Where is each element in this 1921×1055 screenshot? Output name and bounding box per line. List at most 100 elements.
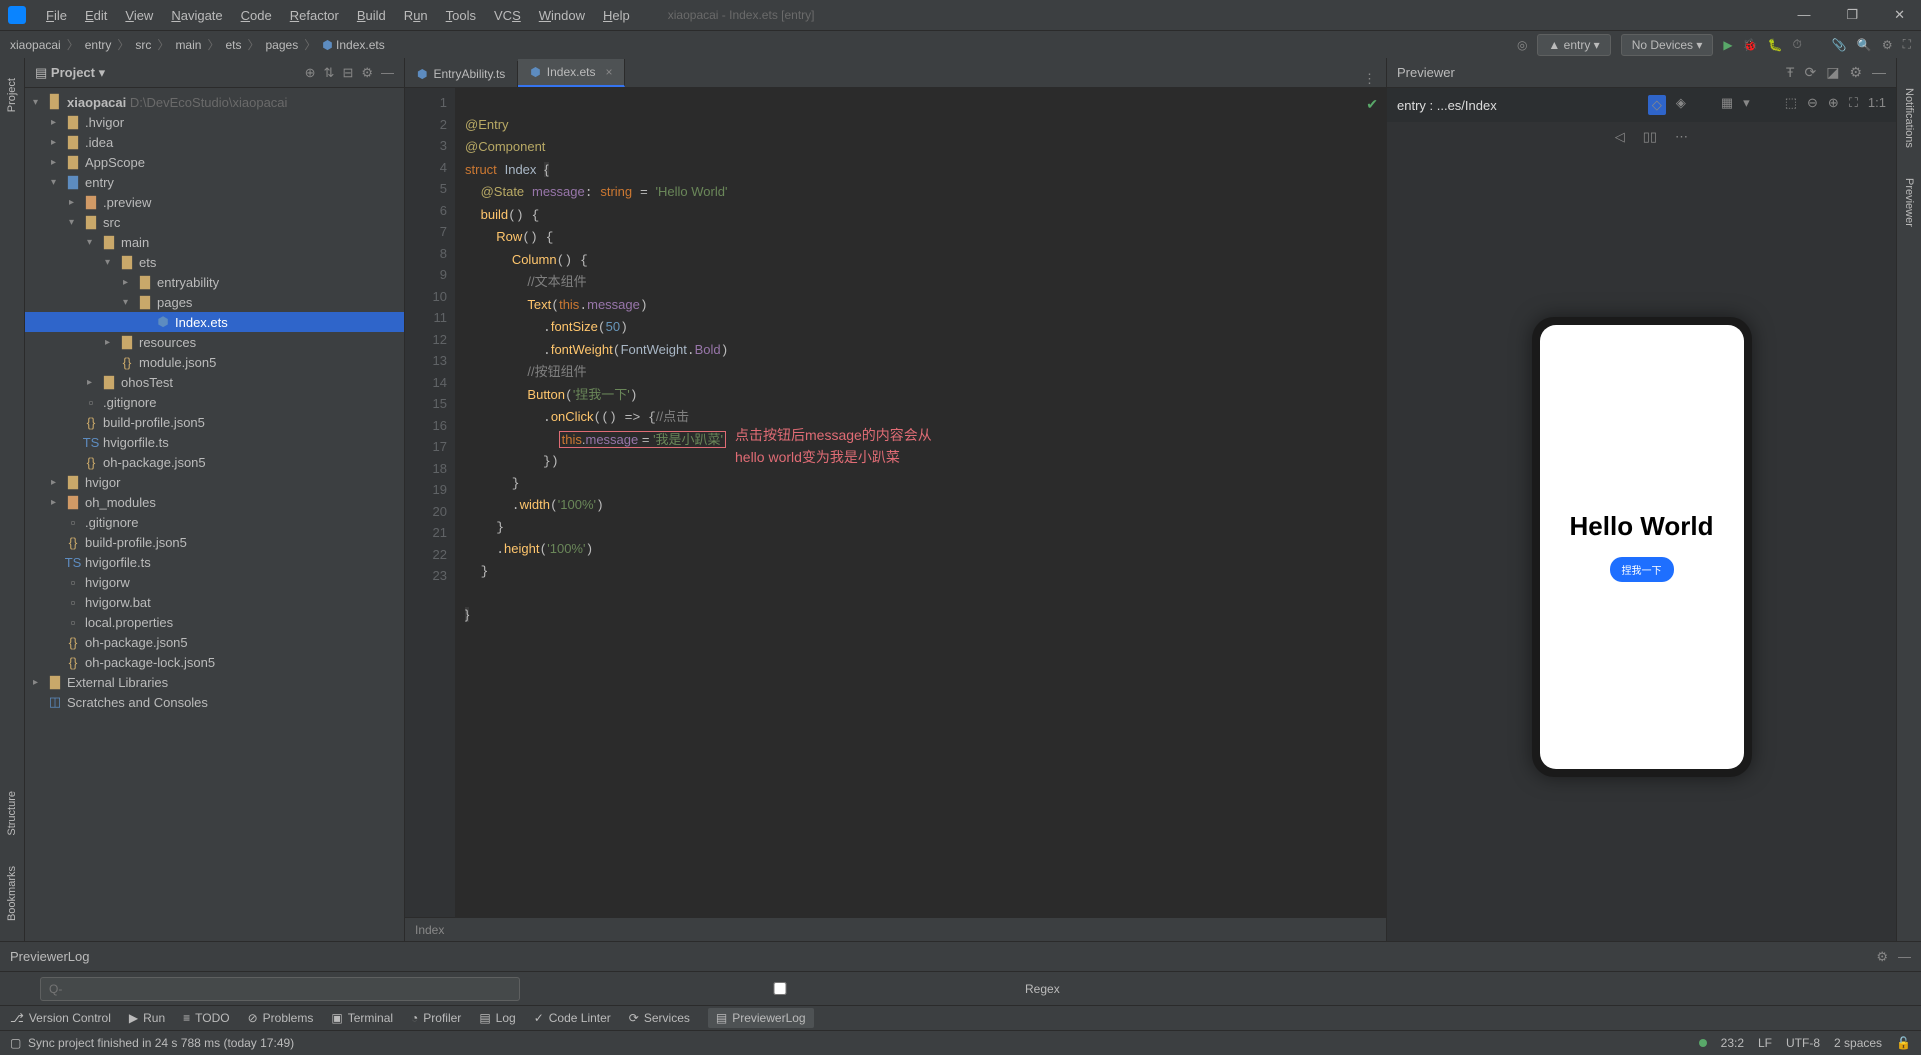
minimize-icon[interactable]: — [1872,64,1886,81]
tool-notifications[interactable]: Notifications [1903,88,1915,148]
attach-icon[interactable]: 📎 [1832,38,1847,52]
coverage-button[interactable]: 🐛 [1768,38,1783,52]
menu-edit[interactable]: Edit [77,4,115,27]
menu-run[interactable]: Run [396,4,436,27]
zoom-out-icon[interactable]: ⊖ [1807,95,1818,115]
caret-position[interactable]: 23:2 [1721,1036,1744,1050]
fit-icon[interactable]: ⬚ [1785,95,1797,115]
menu-refactor[interactable]: Refactor [282,4,347,27]
tool-project[interactable]: Project [6,78,18,112]
tree-item-oh_modules[interactable]: ▸▇oh_modules [25,492,404,512]
event-log-icon[interactable]: ▢ [10,1036,21,1050]
fullscreen-icon[interactable]: ⛶ [1849,95,1858,115]
crumb-pages[interactable]: pages [266,38,299,52]
tab-menu-icon[interactable]: ⋮ [1353,71,1386,87]
tree-item-AppScope[interactable]: ▸▇AppScope [25,152,404,172]
expand-icon[interactable]: ⇅ [324,65,335,81]
close-button[interactable]: ✕ [1886,3,1913,27]
target-icon[interactable]: ◎ [1517,38,1527,52]
crumb-ets[interactable]: ets [225,38,241,52]
more-icon[interactable]: ⋯ [1675,129,1688,145]
indent-setting[interactable]: 2 spaces [1834,1036,1882,1050]
code-content[interactable]: ✔@Entry @Component struct Index { @State… [455,88,1386,917]
tree-item-oh-package-lock-json5[interactable]: {}oh-package-lock.json5 [25,652,404,672]
tree-item-module-json5[interactable]: {}module.json5 [25,352,404,372]
one-to-one-icon[interactable]: 1:1 [1868,95,1886,115]
zoom-in-icon[interactable]: ⊕ [1828,95,1839,115]
btab-run[interactable]: ▶ Run [129,1011,165,1025]
btab-linter[interactable]: ✓ Code Linter [534,1011,611,1025]
crumb-project[interactable]: xiaopacai [10,38,61,52]
gear-icon[interactable]: ⚙ [1849,64,1862,81]
tool-structure[interactable]: Structure [6,791,18,836]
btab-problems[interactable]: ⊘ Problems [248,1011,314,1025]
settings-icon[interactable]: ⚙ [1882,38,1893,52]
menu-build[interactable]: Build [349,4,394,27]
btab-services[interactable]: ⟳ Services [629,1011,690,1025]
profile-button[interactable]: ⏱ [1793,37,1802,52]
crumb-src[interactable]: src [135,38,151,52]
btab-log[interactable]: ▤ Log [479,1011,515,1025]
tree-item-ohosTest[interactable]: ▸▇ohosTest [25,372,404,392]
tree-external[interactable]: ▸▇External Libraries [25,672,404,692]
run-button[interactable]: ▶ [1723,38,1732,52]
line-separator[interactable]: LF [1758,1036,1772,1050]
hide-icon[interactable]: — [381,65,394,81]
crumb-file[interactable]: Index.ets [336,38,385,52]
btab-vcs[interactable]: ⎇ Version Control [10,1011,111,1025]
preview-button[interactable]: 捏我一下 [1610,557,1674,582]
crumb-entry[interactable]: entry [85,38,112,52]
tree-item--gitignore[interactable]: ▫.gitignore [25,392,404,412]
device-screen[interactable]: Hello World 捏我一下 [1540,325,1744,769]
tree-item-entryability[interactable]: ▸▇entryability [25,272,404,292]
device-selector[interactable]: No Devices ▾ [1621,34,1714,56]
menu-code[interactable]: Code [233,4,280,27]
inspect-icon[interactable]: ◪ [1826,64,1839,81]
menu-window[interactable]: Window [531,4,593,27]
inspect-toggle-icon[interactable]: ◇ [1648,95,1666,115]
tree-root[interactable]: ▾▉ xiaopacai D:\DevEcoStudio\xiaopacai [25,92,404,112]
tree-item--idea[interactable]: ▸▇.idea [25,132,404,152]
tree-item-build-profile-json5[interactable]: {}build-profile.json5 [25,532,404,552]
chevron-down-icon[interactable]: ▾ [1743,95,1750,115]
tree-item-hvigor[interactable]: ▸▇hvigor [25,472,404,492]
locate-icon[interactable]: ⊕ [305,65,316,81]
tree-item-Index-ets[interactable]: ⬢Index.ets [25,312,404,332]
tool-previewer[interactable]: Previewer [1903,178,1915,227]
tree-item-hvigorw-bat[interactable]: ▫hvigorw.bat [25,592,404,612]
module-selector[interactable]: ▲ entry ▾ [1537,34,1610,56]
search-icon[interactable]: 🔍 [1857,38,1872,52]
rotate-icon[interactable]: ▯▯ [1643,129,1657,145]
tree-item-hvigorfile-ts[interactable]: TShvigorfile.ts [25,552,404,572]
project-tree[interactable]: ▾▉ xiaopacai D:\DevEcoStudio\xiaopacai ▸… [25,88,404,941]
minimize-button[interactable]: — [1789,3,1818,27]
menu-view[interactable]: View [117,4,161,27]
tree-item-oh-package-json5[interactable]: {}oh-package.json5 [25,452,404,472]
tree-item-src[interactable]: ▾▇src [25,212,404,232]
settings-icon[interactable]: ⚙ [361,65,373,81]
debug-button[interactable]: 🐞 [1743,38,1758,52]
tab-index[interactable]: ⬢Index.ets× [518,59,625,87]
tree-item--hvigor[interactable]: ▸▇.hvigor [25,112,404,132]
tree-item-oh-package-json5[interactable]: {}oh-package.json5 [25,632,404,652]
maximize-button[interactable]: ❐ [1838,3,1866,27]
menu-file[interactable]: File [38,4,75,27]
back-icon[interactable]: ◁ [1615,129,1625,145]
tree-item-build-profile-json5[interactable]: {}build-profile.json5 [25,412,404,432]
tree-scratches[interactable]: ◫Scratches and Consoles [25,692,404,712]
crumb-main[interactable]: main [175,38,201,52]
tool-bookmarks[interactable]: Bookmarks [6,866,18,921]
menu-vcs[interactable]: VCS [486,4,529,27]
refresh-icon[interactable]: ⟳ [1804,64,1816,81]
code-editor[interactable]: 1234567891011121314151617181920212223 ✔@… [405,88,1386,917]
file-encoding[interactable]: UTF-8 [1786,1036,1820,1050]
tree-item--gitignore[interactable]: ▫.gitignore [25,512,404,532]
tree-item--preview[interactable]: ▸▇.preview [25,192,404,212]
close-icon[interactable]: × [605,65,612,79]
menu-help[interactable]: Help [595,4,638,27]
tree-item-hvigorw[interactable]: ▫hvigorw [25,572,404,592]
tree-item-entry[interactable]: ▾▇entry [25,172,404,192]
regex-checkbox[interactable]: Regex [540,982,1060,996]
log-search-input[interactable] [40,977,520,1001]
btab-terminal[interactable]: ▣ Terminal [331,1011,393,1025]
